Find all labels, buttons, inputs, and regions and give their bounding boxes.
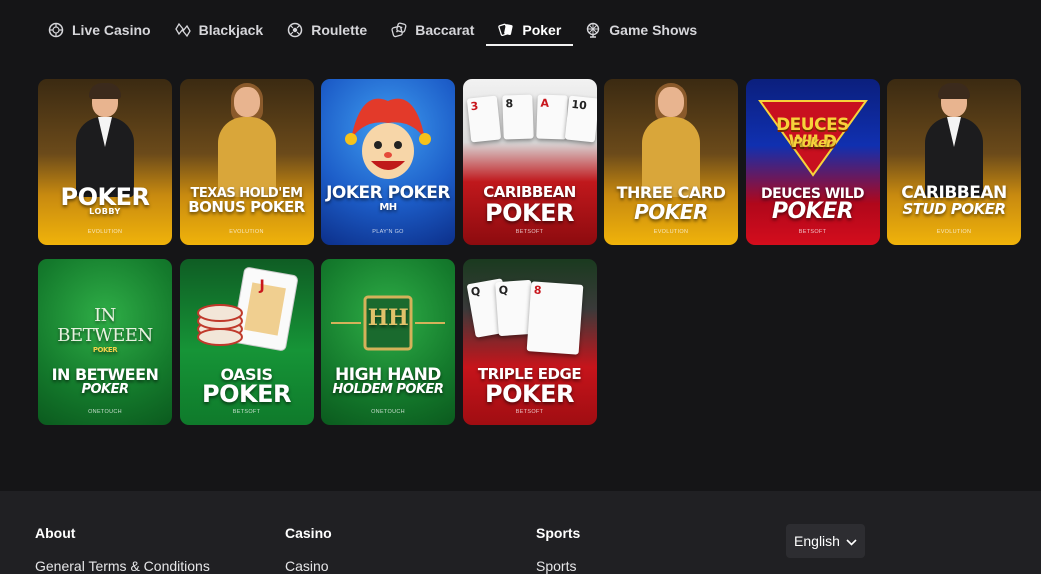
tab-label: Poker — [522, 22, 562, 38]
game-provider: ONETOUCH — [371, 409, 405, 415]
tab-baccarat[interactable]: Baccarat — [379, 14, 486, 46]
tab-label: Blackjack — [198, 22, 264, 38]
site-footer: About General Terms & Conditions Casino … — [0, 491, 1041, 574]
category-tabs: Live Casino Blackjack Roulette Baccarat … — [36, 14, 709, 46]
footer-link-casino[interactable]: Casino — [285, 558, 332, 574]
dealer-image — [925, 83, 983, 197]
tab-label: Game Shows — [609, 22, 698, 38]
game-tile-triple-edge-poker[interactable]: Q Q 8 TRIPLE EDGE POKER BETSOFT — [462, 259, 597, 425]
tab-label: Roulette — [311, 22, 368, 38]
game-provider: EVOLUTION — [229, 229, 264, 235]
game-provider: EVOLUTION — [87, 229, 123, 235]
game-title: CARIBBEAN — [483, 183, 576, 201]
game-tile-in-between-poker[interactable]: IN BETWEEN POKER IN BETWEEN POKER ONETOU… — [38, 259, 172, 425]
footer-col-sports: Sports Sports — [536, 525, 580, 574]
game-tile-three-card-poker[interactable]: THREE CARD POKER EVOLUTION — [604, 79, 738, 245]
playing-card: A — [535, 94, 568, 140]
wheel-icon — [585, 22, 601, 38]
game-tile-oasis-poker[interactable]: J OASIS POKER BETSOFT — [179, 259, 314, 425]
footer-heading: Sports — [536, 525, 581, 541]
game-title: THREE CARD — [616, 183, 726, 202]
tab-label: Live Casino — [72, 22, 151, 38]
game-tile-caribbean-poker[interactable]: 3 8 A 10 CARIBBEAN POKER BETSOFT — [462, 79, 597, 245]
game-subtitle: POKER — [485, 380, 574, 408]
game-grid: POKER LOBBY EVOLUTION TEXAS HOLD'EM BONU… — [38, 79, 1023, 425]
roulette-icon — [287, 22, 303, 38]
game-subtitle: HOLDEM POKER — [332, 382, 444, 397]
poker-cards-icon — [498, 22, 514, 38]
game-provider: BETSOFT — [798, 229, 827, 235]
tab-label: Baccarat — [415, 22, 475, 38]
tab-game-shows[interactable]: Game Shows — [573, 14, 709, 46]
game-title: JOKER POKER — [326, 183, 450, 203]
dice-icon — [391, 22, 407, 38]
game-subtitle: MH — [379, 202, 397, 213]
game-subtitle: POKER — [771, 199, 854, 224]
deuces-logo-sub: Poker — [792, 136, 833, 151]
dealer-image — [76, 83, 134, 197]
game-title: POKER — [60, 183, 150, 211]
inbetween-logo-b: BETWEEN — [57, 325, 153, 346]
hh-logo-image — [331, 295, 445, 351]
language-select[interactable]: English — [786, 524, 865, 558]
game-subtitle: POKER — [202, 380, 291, 408]
footer-heading: About — [35, 525, 76, 541]
game-provider: EVOLUTION — [653, 229, 689, 235]
game-provider: PLAY'N GO — [372, 229, 404, 235]
game-provider: BETSOFT — [515, 229, 544, 235]
game-tile-high-hand-holdem-poker[interactable]: HH HIGH HAND HOLDEM POKER ONETOUCH — [321, 259, 455, 425]
game-provider: ONETOUCH — [88, 409, 122, 415]
game-subtitle: POKER — [634, 200, 708, 224]
inbetween-logo-a: IN — [94, 305, 116, 326]
chevron-down-icon — [846, 533, 857, 549]
game-tile-joker-poker[interactable]: JOKER POKER MH PLAY'N GO — [321, 79, 455, 245]
game-tile-poker-lobby[interactable]: POKER LOBBY EVOLUTION — [38, 79, 172, 245]
game-title: IN BETWEEN — [51, 365, 159, 384]
hh-logo-text: HH — [367, 305, 409, 331]
game-provider: BETSOFT — [232, 409, 261, 415]
game-subtitle: STUD POKER — [902, 200, 1006, 218]
joker-image — [345, 98, 431, 179]
playing-card: 8 — [501, 94, 534, 140]
language-label: English — [794, 533, 840, 549]
game-subtitle: LOBBY — [89, 207, 121, 216]
dealer-image — [642, 83, 700, 197]
cards-icon — [174, 22, 191, 38]
playing-card: 8 — [526, 281, 583, 355]
game-provider: EVOLUTION — [936, 229, 972, 235]
dealer-image — [217, 83, 276, 197]
tab-live-casino[interactable]: Live Casino — [36, 14, 163, 46]
game-subtitle: BONUS POKER — [188, 198, 305, 216]
footer-heading: Casino — [285, 525, 332, 541]
playing-card: 3 — [466, 95, 501, 143]
footer-col-about: About General Terms & Conditions — [35, 525, 210, 574]
game-provider: BETSOFT — [515, 409, 544, 415]
game-tile-deuces-wild-poker[interactable]: DEUCES WILD Poker DEUCES WILD POKER BETS… — [745, 79, 880, 245]
playing-card: 10 — [564, 95, 597, 143]
game-tile-caribbean-stud-poker[interactable]: CARIBBEAN STUD POKER EVOLUTION — [887, 79, 1021, 245]
footer-link-sports[interactable]: Sports — [536, 558, 580, 574]
footer-link-general-terms[interactable]: General Terms & Conditions — [35, 558, 210, 574]
tab-roulette[interactable]: Roulette — [275, 14, 379, 46]
card-rank: J — [259, 278, 265, 294]
inbetween-logo-c: POKER — [92, 346, 118, 354]
game-subtitle: POKER — [485, 199, 574, 227]
tab-poker[interactable]: Poker — [486, 14, 574, 46]
chip-icon — [48, 22, 64, 38]
game-tile-texas-holdem-bonus-poker[interactable]: TEXAS HOLD'EM BONUS POKER EVOLUTION — [179, 79, 314, 245]
footer-col-casino: Casino Casino — [285, 525, 332, 574]
game-subtitle: POKER — [81, 382, 129, 397]
tab-blackjack[interactable]: Blackjack — [163, 14, 276, 46]
